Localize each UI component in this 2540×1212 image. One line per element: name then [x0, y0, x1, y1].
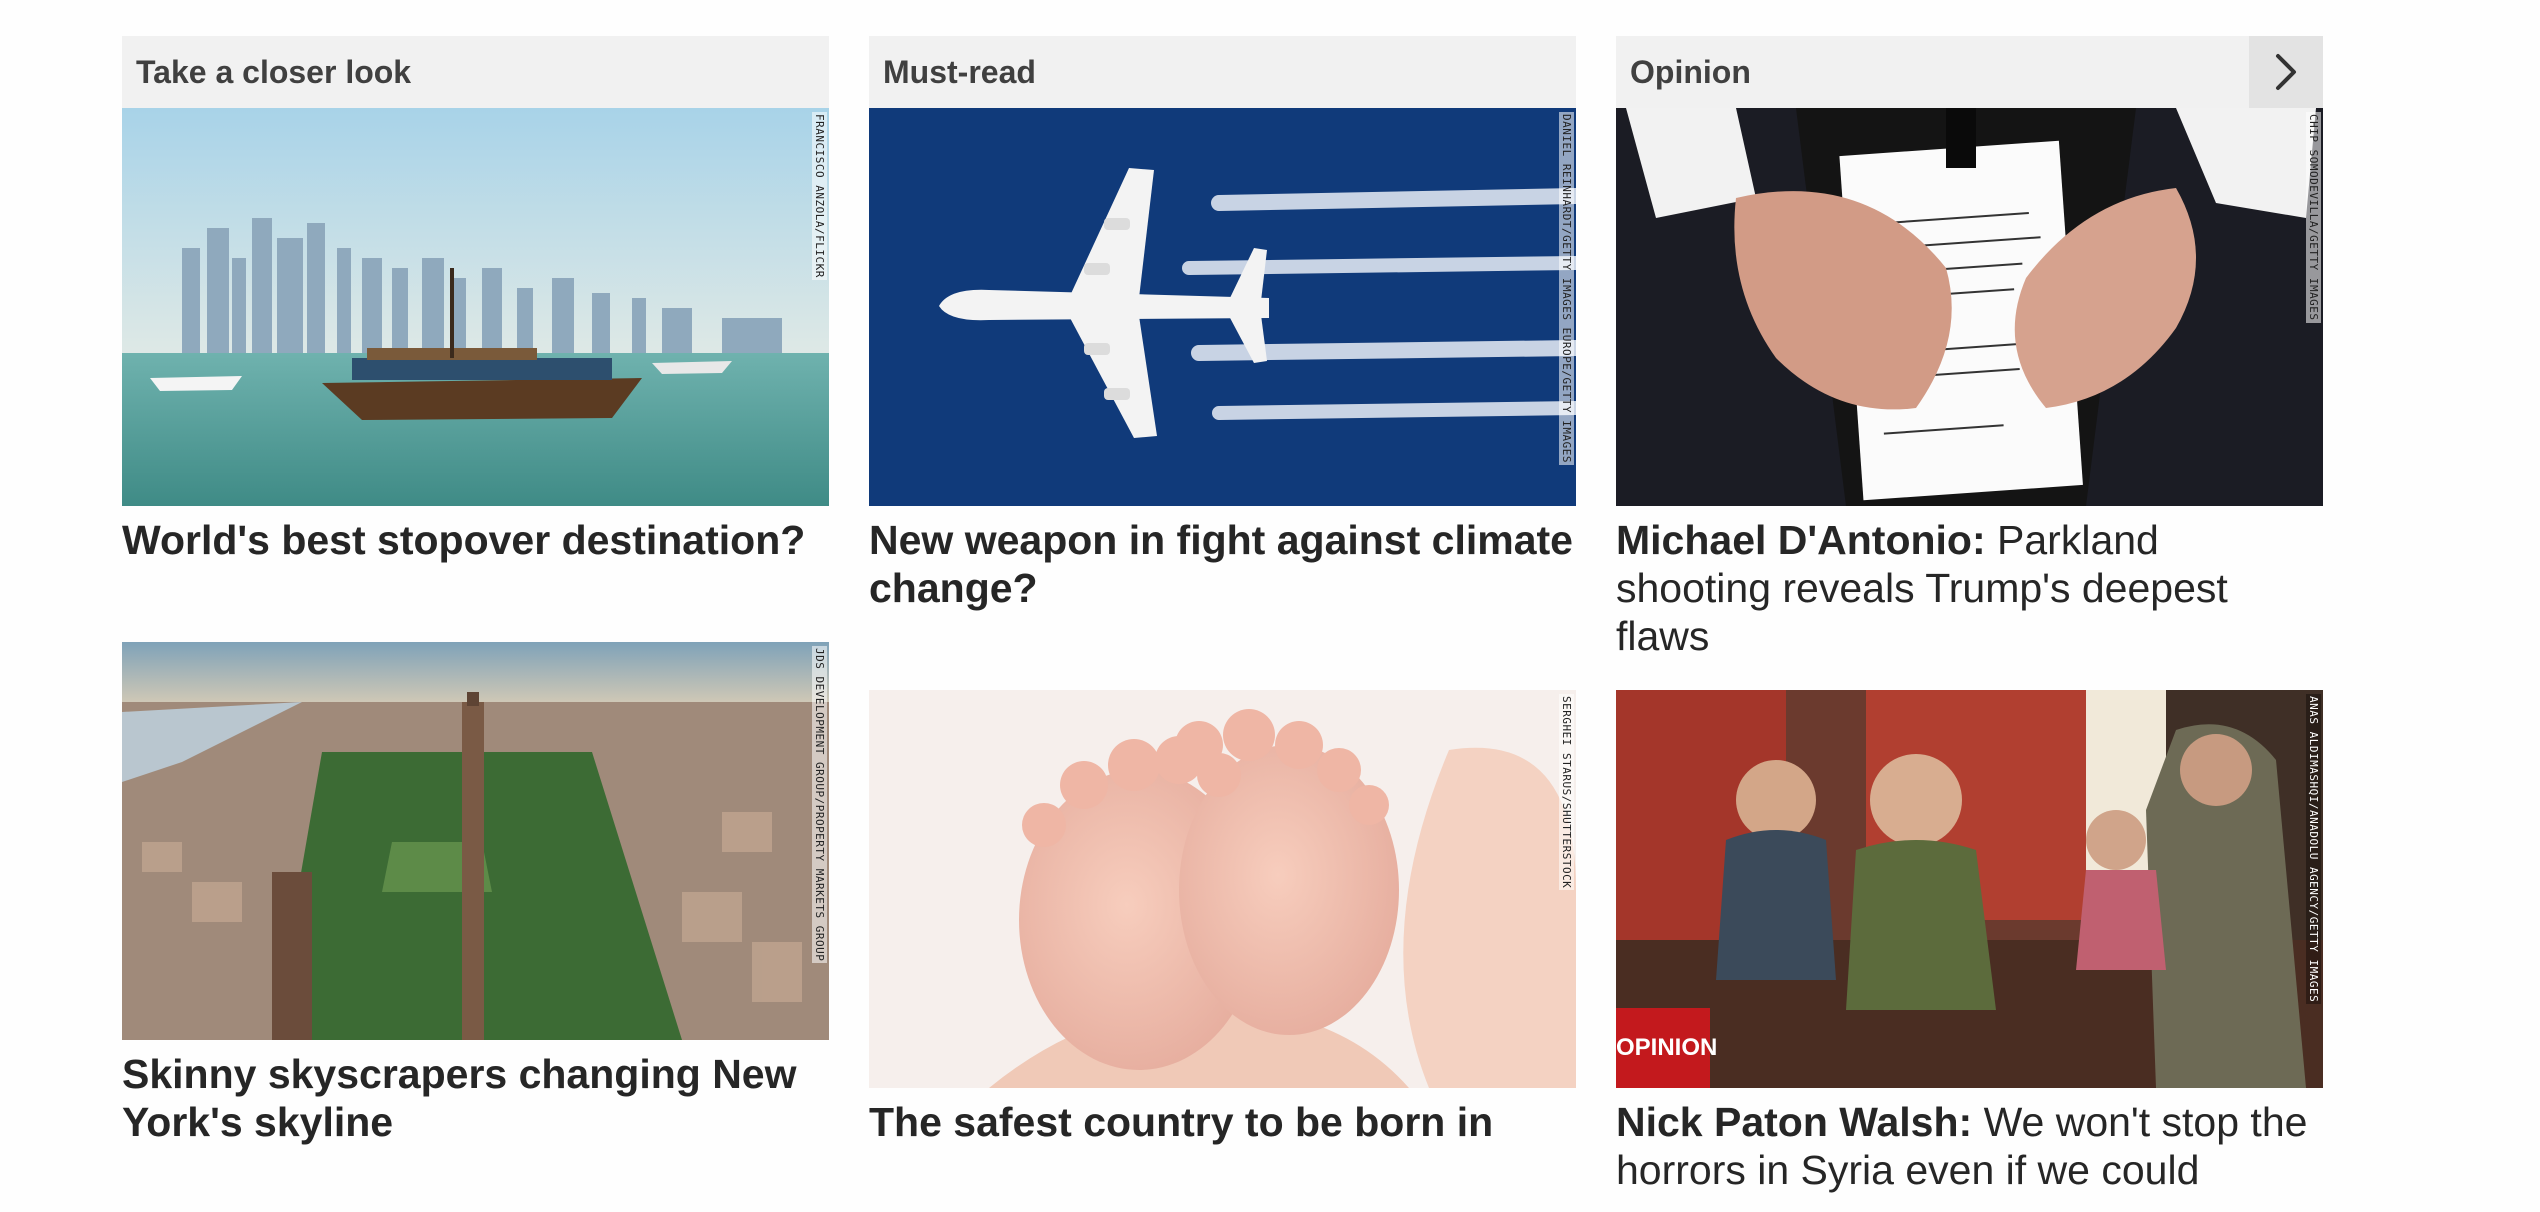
stopover-headline[interactable]: World's best stopover destination? — [122, 516, 829, 564]
skyscrapers-headline[interactable]: Skinny skyscrapers changing New York's s… — [122, 1050, 829, 1146]
section-header-opinion: Opinion — [1616, 36, 2323, 108]
headline-text: The safest country to be born in — [869, 1099, 1494, 1145]
headline-text: Skinny skyscrapers changing New York's s… — [122, 1051, 797, 1145]
section-header-must-read: Must-read — [869, 36, 1576, 108]
syria-image[interactable]: OPINION ANAS ALDIMASHQI/ANADOLU AGENCY/G… — [1616, 690, 2323, 1088]
syria-photo — [1616, 690, 2323, 1088]
headline-text: New weapon in fight against climate chan… — [869, 517, 1573, 611]
photo-credit: JDS DEVELOPMENT GROUP/PROPERTY MARKETS G… — [812, 646, 827, 964]
climate-photo — [869, 108, 1576, 506]
skyscrapers-image[interactable]: JDS DEVELOPMENT GROUP/PROPERTY MARKETS G… — [122, 642, 829, 1040]
photo-credit: CHIP SOMODEVILLA/GETTY IMAGES — [2306, 112, 2321, 323]
headline-author: Nick Paton Walsh: — [1616, 1099, 1973, 1145]
section-title: Take a closer look — [136, 54, 412, 90]
headline-author: Michael D'Antonio: — [1616, 517, 1986, 563]
safest-image[interactable]: SERGHEI STARUS/SHUTTERSTOCK — [869, 690, 1576, 1088]
climate-headline[interactable]: New weapon in fight against climate chan… — [869, 516, 1576, 612]
climate-image[interactable]: DANIEL REINHARDT/GETTY IMAGES EUROPE/GET… — [869, 108, 1576, 506]
section-title: Must-read — [883, 54, 1036, 90]
parkland-photo — [1616, 108, 2323, 506]
safest-photo — [869, 690, 1576, 1088]
parkland-image[interactable]: CHIP SOMODEVILLA/GETTY IMAGES — [1616, 108, 2323, 506]
opinion-badge: OPINION — [1616, 1008, 1717, 1088]
photo-credit: SERGHEI STARUS/SHUTTERSTOCK — [1559, 694, 1574, 891]
stopover-photo — [122, 108, 829, 506]
photo-credit: ANAS ALDIMASHQI/ANADOLU AGENCY/GETTY IMA… — [2306, 694, 2321, 1005]
chevron-right-icon — [2276, 54, 2296, 90]
parkland-headline[interactable]: Michael D'Antonio: Parkland shooting rev… — [1616, 516, 2323, 660]
section-header-closer-look: Take a closer look — [122, 36, 829, 108]
next-button[interactable] — [2249, 36, 2323, 108]
headline-text: World's best stopover destination? — [122, 517, 806, 563]
page: Take a closer look FRANCISCO ANZOLA/FLIC… — [0, 0, 2540, 1212]
skyscrapers-photo — [122, 642, 829, 1040]
stopover-image[interactable]: FRANCISCO ANZOLA/FLICKR — [122, 108, 829, 506]
safest-headline[interactable]: The safest country to be born in — [869, 1098, 1576, 1146]
syria-headline[interactable]: Nick Paton Walsh: We won't stop the horr… — [1616, 1098, 2323, 1194]
photo-credit: DANIEL REINHARDT/GETTY IMAGES EUROPE/GET… — [1559, 112, 1574, 466]
section-title: Opinion — [1630, 54, 1751, 90]
photo-credit: FRANCISCO ANZOLA/FLICKR — [812, 112, 827, 280]
